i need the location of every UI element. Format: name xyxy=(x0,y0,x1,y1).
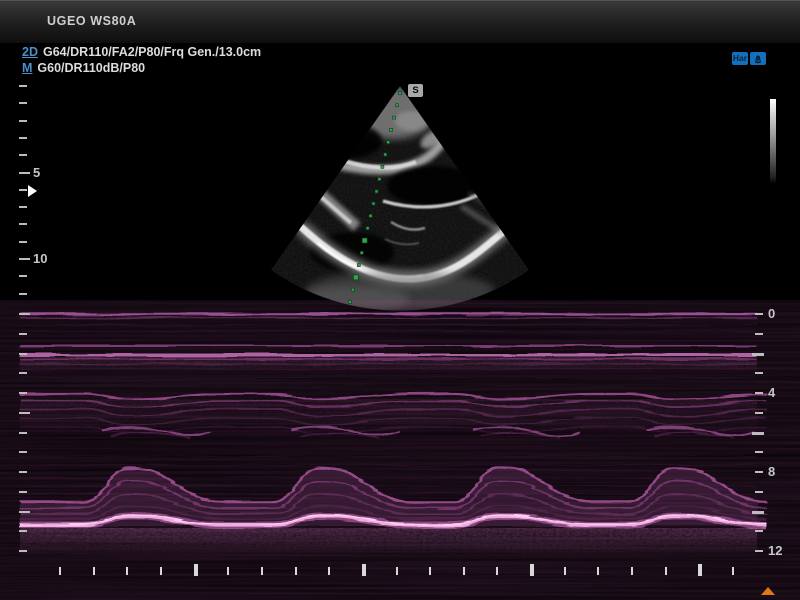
time-tick xyxy=(665,567,667,575)
mmode-tick-right xyxy=(755,491,763,493)
mmode-tick-right xyxy=(755,471,763,473)
mmode-tick-right xyxy=(752,353,764,356)
mmode-tick-right xyxy=(755,372,763,374)
time-tick xyxy=(59,567,61,575)
mmode-tick-right xyxy=(755,313,763,315)
mmode-tick-right xyxy=(752,432,764,435)
time-tick xyxy=(429,567,431,575)
time-tick xyxy=(597,567,599,575)
title-bar: UGEO WS80A xyxy=(0,0,800,43)
harmonic-badge[interactable]: Har xyxy=(732,52,748,65)
mmode-tick-right xyxy=(752,511,764,514)
mmode-tick-left xyxy=(19,471,27,473)
time-tick xyxy=(328,567,330,575)
depth-label-2d: 10 xyxy=(33,251,47,266)
mmode-tick-left xyxy=(19,313,30,315)
time-tick xyxy=(698,564,702,576)
mmode-tick-left xyxy=(19,550,27,552)
2d-sector-image xyxy=(260,80,550,315)
mmode-tick-right xyxy=(755,392,763,394)
mmode-tick-right xyxy=(755,530,763,532)
info-line-2d: 2D G64/DR110/FA2/P80/Frq Gen./13.0cm xyxy=(22,45,261,59)
sweep-marker-icon xyxy=(761,587,775,595)
time-tick xyxy=(463,567,465,575)
mmode-depth-label: 12 xyxy=(768,543,782,558)
params-m: G60/DR110dB/P80 xyxy=(37,61,145,75)
time-tick xyxy=(295,567,297,575)
depth-tick-2d xyxy=(19,154,27,156)
mode-label-2d: 2D xyxy=(22,45,38,59)
depth-tick-2d xyxy=(19,241,27,243)
time-tick xyxy=(160,567,162,575)
params-2d: G64/DR110/FA2/P80/Frq Gen./13.0cm xyxy=(43,45,261,59)
time-tick xyxy=(530,564,534,576)
info-line-m: M G60/DR110dB/P80 xyxy=(22,61,145,75)
mmode-depth-label: 8 xyxy=(768,464,775,479)
depth-tick-2d xyxy=(19,137,27,139)
depth-tick-2d xyxy=(19,120,27,122)
mmode-tick-left xyxy=(19,491,27,493)
mmode-depth-label: 4 xyxy=(768,385,775,400)
time-tick xyxy=(496,567,498,575)
time-tick xyxy=(732,567,734,575)
time-tick xyxy=(126,567,128,575)
mmode-tick-left xyxy=(19,353,27,355)
mmode-tick-left xyxy=(19,333,27,335)
depth-tick-2d xyxy=(19,293,27,295)
time-tick xyxy=(631,567,633,575)
time-tick xyxy=(93,567,95,575)
mmode-tick-left xyxy=(19,392,27,394)
mmode-tick-left xyxy=(19,511,30,513)
depth-tick-2d xyxy=(19,189,27,191)
mmode-tick-left xyxy=(19,372,27,374)
image-canvas xyxy=(0,0,800,600)
depth-tick-2d xyxy=(19,102,27,104)
mmode-tick-left xyxy=(19,451,27,453)
mmode-tick-left xyxy=(19,432,27,434)
mmode-tick-left xyxy=(19,530,27,532)
time-tick xyxy=(227,567,229,575)
depth-tick-2d xyxy=(19,206,27,208)
mmode-tick-right xyxy=(755,550,763,552)
mmode-trace xyxy=(20,312,767,558)
depth-tick-2d xyxy=(19,223,27,225)
mmode-tick-right xyxy=(755,412,763,414)
orientation-marker: S xyxy=(408,84,423,97)
time-tick xyxy=(261,567,263,575)
depth-tick-2d xyxy=(19,258,30,260)
focus-marker-icon[interactable] xyxy=(28,185,37,197)
ultrasound-screen: UGEO WS80A 2D G64/DR110/FA2/P80/Frq Gen./… xyxy=(0,0,800,600)
time-tick xyxy=(564,567,566,575)
depth-tick-2d xyxy=(19,172,30,174)
time-tick xyxy=(396,567,398,575)
mode-label-m: M xyxy=(22,61,32,75)
depth-label-2d: 5 xyxy=(33,165,40,180)
mmode-tick-right xyxy=(755,451,763,453)
transducer-glyph xyxy=(752,54,764,64)
depth-tick-2d xyxy=(19,275,27,277)
time-tick xyxy=(362,564,366,576)
mmode-depth-label: 0 xyxy=(768,306,775,321)
mmode-tick-left xyxy=(19,412,30,414)
grayscale-bar xyxy=(770,99,776,184)
time-tick xyxy=(194,564,198,576)
depth-tick-2d xyxy=(19,85,27,87)
system-title: UGEO WS80A xyxy=(47,14,136,28)
probe-icon[interactable] xyxy=(750,52,766,65)
mmode-tick-right xyxy=(755,333,763,335)
